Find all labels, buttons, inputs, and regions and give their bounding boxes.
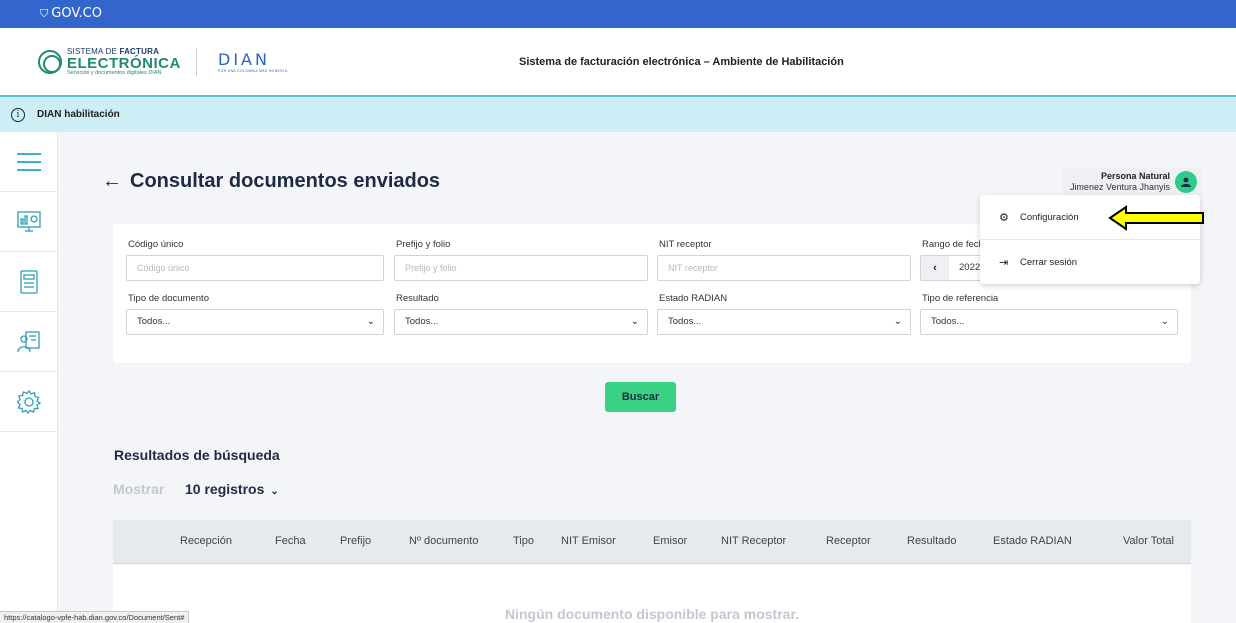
chevron-left-icon[interactable]: ‹ xyxy=(921,256,949,280)
tipo-referencia-select[interactable]: Todos... ⌄ xyxy=(920,309,1178,335)
tipo-referencia-value: Todos... xyxy=(931,316,965,327)
back-arrow-icon[interactable]: ← xyxy=(102,170,122,193)
chevron-down-icon: ⌄ xyxy=(893,316,902,327)
column-header[interactable]: Receptor xyxy=(826,535,871,547)
column-header[interactable]: NIT Receptor xyxy=(721,535,786,547)
chevron-down-icon: ⌄ xyxy=(1160,316,1169,327)
brand-line2: ELECTRÓNICA xyxy=(67,55,181,72)
estado-radian-select[interactable]: Todos... ⌄ xyxy=(657,309,911,335)
shield-icon: ⛉ xyxy=(40,6,49,20)
column-header[interactable]: Recepción xyxy=(180,535,232,547)
resultado-label: Resultado xyxy=(396,293,439,304)
tipo-documento-value: Todos... xyxy=(137,316,171,327)
header-title: Sistema de facturación electrónica – Amb… xyxy=(519,56,844,68)
codigo-unico-input[interactable]: Código único xyxy=(126,255,384,281)
gear-icon: ⚙ xyxy=(999,211,1009,224)
show-label: Mostrar xyxy=(113,481,165,497)
sidebar-item-dashboard[interactable] xyxy=(0,192,57,252)
chevron-down-icon: ⌄ xyxy=(630,316,639,327)
dian-logo-text: DIAN xyxy=(218,50,270,69)
prefijo-folio-label: Prefijo y folio xyxy=(396,239,451,250)
menu-item-label: Configuración xyxy=(1020,211,1079,223)
results-table-header: Recepción Fecha Prefijo Nº documento Tip… xyxy=(113,520,1191,564)
dian-tagline: POR UNA COLOMBIA MÁS HONESTA xyxy=(218,69,288,73)
brand-divider xyxy=(196,48,197,76)
column-header[interactable]: Tipo xyxy=(513,535,534,547)
column-header[interactable]: Estado RADIAN xyxy=(993,535,1072,547)
menu-icon xyxy=(16,152,41,171)
nit-receptor-input[interactable]: NIT receptor xyxy=(657,255,911,281)
sidebar-item-users[interactable] xyxy=(0,312,57,372)
menu-item-label: Cerrar sesión xyxy=(1020,256,1078,268)
sidebar-item-documents[interactable] xyxy=(0,252,57,312)
sidebar xyxy=(0,132,58,623)
results-table-body: Ningún documento disponible para mostrar… xyxy=(113,565,1191,623)
sign-out-icon: ⇥ xyxy=(999,256,1009,269)
sidebar-item-settings[interactable] xyxy=(0,372,57,432)
users-icon xyxy=(16,330,40,352)
rango-fechas-value: 2022 xyxy=(959,262,981,273)
avatar xyxy=(1175,171,1197,193)
estado-radian-value: Todos... xyxy=(668,316,702,327)
column-header[interactable]: Emisor xyxy=(653,535,687,547)
dian-logo[interactable]: DIAN POR UNA COLOMBIA MÁS HONESTA xyxy=(218,50,288,73)
column-header[interactable]: Nº documento xyxy=(409,535,478,547)
user-icon xyxy=(1181,177,1191,187)
gov-bar: ⛉ GOV.CO xyxy=(0,0,1236,28)
page-title: Consultar documentos enviados xyxy=(130,170,441,192)
tipo-referencia-label: Tipo de referencia xyxy=(922,293,999,304)
tipo-documento-select[interactable]: Todos... ⌄ xyxy=(126,309,384,335)
annotation-arrow xyxy=(1108,205,1204,231)
dashboard-icon xyxy=(16,210,41,232)
status-url: https://catalogo-vpfe-hab.dian.gov.co/Do… xyxy=(0,611,190,623)
resultado-value: Todos... xyxy=(405,316,439,327)
nit-receptor-label: NIT receptor xyxy=(659,239,712,250)
resultado-select[interactable]: Todos... ⌄ xyxy=(394,309,648,335)
sidebar-menu-toggle[interactable] xyxy=(0,132,57,192)
buscar-button[interactable]: Buscar xyxy=(605,382,676,412)
globe-icon xyxy=(38,50,62,75)
tipo-documento-label: Tipo de documento xyxy=(128,293,209,304)
info-icon: i xyxy=(11,108,25,122)
gov-co-text: GOV.CO xyxy=(51,6,102,21)
estado-radian-label: Estado RADIAN xyxy=(659,293,728,304)
prefijo-folio-input[interactable]: Prefijo y folio xyxy=(394,255,648,281)
environment-label: DIAN habilitación xyxy=(37,109,120,120)
user-role: Persona Natural xyxy=(1100,171,1170,181)
environment-bar: i DIAN habilitación xyxy=(0,97,1236,132)
user-menu-toggle[interactable]: Persona Natural Jimenez Ventura Jhanyis xyxy=(1062,168,1202,196)
page-size-value: 10 registros xyxy=(185,481,265,497)
gov-co-logo[interactable]: ⛉ GOV.CO xyxy=(40,6,102,21)
column-header[interactable]: Prefijo xyxy=(340,535,371,547)
column-header[interactable]: NIT Emisor xyxy=(561,535,616,547)
page-size-select[interactable]: 10 registros ⌄ xyxy=(185,481,279,497)
chevron-down-icon: ⌄ xyxy=(366,316,375,327)
chevron-down-icon: ⌄ xyxy=(270,486,279,497)
column-header[interactable]: Valor Total xyxy=(1123,535,1174,547)
site-header: SISTEMA DE FACTURA ELECTRÓNICA Servicios… xyxy=(0,28,1236,97)
settings-icon xyxy=(16,389,41,414)
factura-electronica-logo[interactable]: SISTEMA DE FACTURA ELECTRÓNICA Servicios… xyxy=(38,48,181,77)
rango-fechas-label: Rango de fech xyxy=(922,239,984,250)
menu-item-cerrar-sesion[interactable]: ⇥ Cerrar sesión xyxy=(980,240,1200,284)
user-name: Jimenez Ventura Jhanyis xyxy=(1069,182,1170,192)
codigo-unico-label: Código único xyxy=(128,239,184,250)
empty-message: Ningún documento disponible para mostrar… xyxy=(504,606,800,622)
results-title: Resultados de búsqueda xyxy=(114,447,280,463)
documents-icon xyxy=(19,269,38,294)
column-header[interactable]: Fecha xyxy=(275,535,306,547)
column-header[interactable]: Resultado xyxy=(907,535,957,547)
